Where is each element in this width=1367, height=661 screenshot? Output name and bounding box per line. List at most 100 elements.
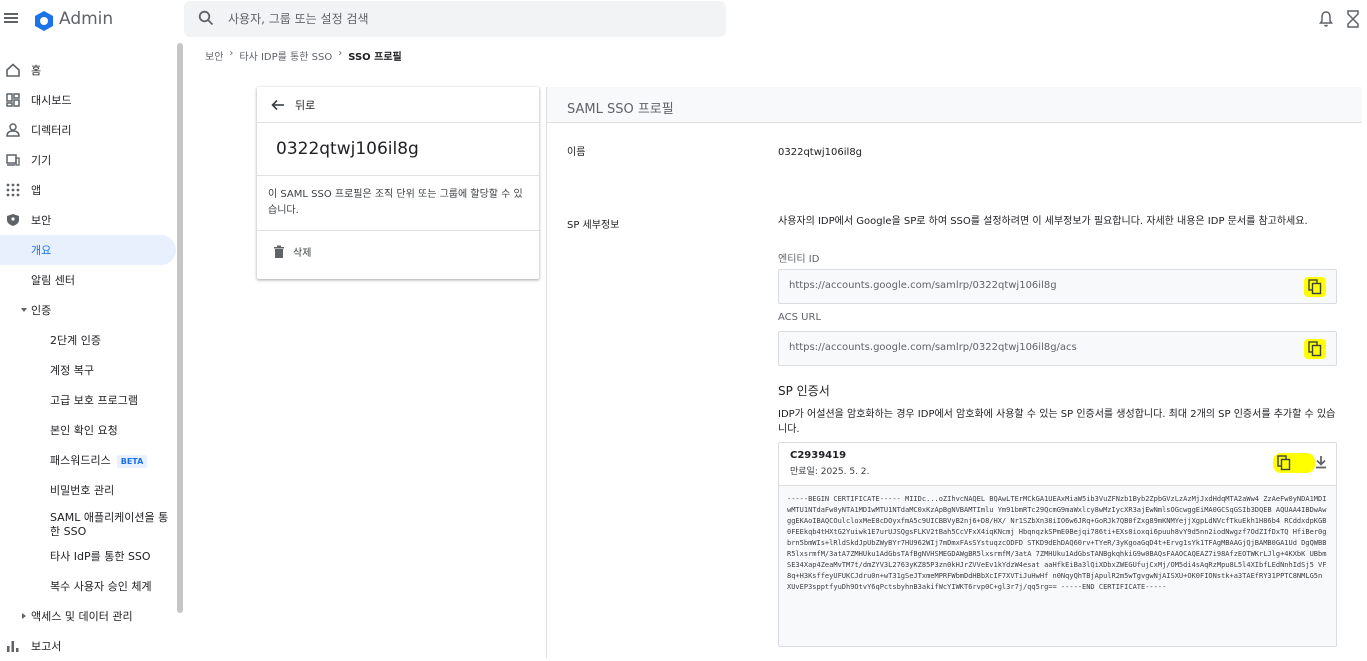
dashboard-icon [6, 93, 20, 107]
trash-icon [274, 245, 284, 258]
sidebar-item-2sv[interactable]: 2단계 인증 [0, 325, 176, 355]
apps-grid-icon [6, 183, 20, 197]
copy-icon [1308, 341, 1322, 357]
delete-button[interactable]: 삭제 [273, 244, 311, 259]
sidebar-item-label: 패스워드리스 BETA [50, 452, 148, 468]
person-icon [6, 123, 20, 137]
profile-description: 이 SAML SSO 프로필은 조직 단위 또는 그룹에 할당할 수 있습니다. [268, 189, 523, 216]
breadcrumb-current: SSO 프로필 [348, 52, 402, 63]
sidebar-item-label: 고급 보호 프로그램 [50, 394, 138, 407]
copy-icon [1277, 455, 1291, 471]
sidebar-item-alert-center[interactable]: 알림 센터 [0, 265, 176, 295]
sidebar-item-security[interactable]: 보안 [0, 205, 176, 235]
certificate-text: -----BEGIN CERTIFICATE----- MIIDc...oZIh… [787, 495, 1327, 591]
sidebar-item-passwordless[interactable]: 패스워드리스 BETA [0, 445, 176, 475]
sidebar-item-label: 홈 [31, 64, 42, 77]
divider [257, 122, 539, 123]
beta-badge: BETA [116, 455, 148, 468]
home-icon [6, 63, 20, 77]
saml-profile-panel: SAML SSO 프로필 이름 0322qtwj106il8g SP 세부정보 … [546, 87, 1362, 658]
sidebar-item-label: 타사 IdP를 통한 SSO [50, 550, 151, 563]
download-icon[interactable] [1315, 455, 1327, 469]
sidebar-item-overview[interactable]: 개요 [0, 235, 176, 265]
breadcrumb-security[interactable]: 보안 [205, 48, 223, 63]
sidebar-item-label: 계정 복구 [50, 364, 94, 377]
sidebar-item-label: 복수 사용자 승인 체계 [50, 580, 152, 593]
sidebar-item-label: 본인 확인 요청 [50, 424, 118, 437]
sidebar-item-label: 디렉터리 [31, 124, 72, 137]
sidebar-item-label: 비밀번호 관리 [50, 484, 115, 497]
sidebar-item-dashboard[interactable]: 대시보드 [0, 85, 176, 115]
app-title[interactable]: Admin [59, 9, 113, 29]
devices-icon [6, 154, 20, 166]
search-bar[interactable] [184, 1, 726, 37]
sidebar-item-multi-party-approval[interactable]: 복수 사용자 승인 체계 [0, 571, 176, 601]
sidebar-item-login-challenge[interactable]: 본인 확인 요청 [0, 415, 176, 445]
sidebar-item-label: 보고서 [31, 640, 62, 653]
sidebar-item-label: 알림 센터 [31, 274, 75, 287]
copy-acs-url-button[interactable] [1304, 339, 1326, 359]
tasks-icon[interactable] [1346, 10, 1360, 28]
sidebar-item-directory[interactable]: 디렉터리 [0, 115, 176, 145]
search-input[interactable] [228, 7, 708, 31]
certificate-card: C2939419 만료일: 2025. 5. 2. -----BEGIN CER… [778, 442, 1337, 647]
sidebar-item-label: 앱 [31, 184, 42, 197]
sidebar-item-label: 개요 [31, 244, 52, 257]
sp-details-description: 사용자의 IDP에서 Google을 SP로 하여 SSO를 설정하려면 이 세… [778, 216, 1308, 227]
sidebar-item-home[interactable]: 홈 [0, 55, 176, 85]
sidebar-scrollbar[interactable] [177, 43, 183, 613]
sp-details-label: SP 세부정보 [567, 220, 620, 231]
admin-logo-icon[interactable] [33, 10, 55, 32]
caret-right-icon [22, 613, 26, 619]
profile-id-heading: 0322qtwj106il8g [276, 139, 419, 159]
acs-url-field [778, 331, 1337, 366]
sidebar-item-authentication[interactable]: 인증 [0, 295, 176, 325]
sidebar-item-access-data[interactable]: 액세스 및 데이터 관리 [0, 601, 176, 631]
sidebar-item-label: SAML 애플리케이션을 통한 SSO [50, 511, 169, 538]
divider [257, 175, 539, 176]
sidebar-item-account-recovery[interactable]: 계정 복구 [0, 355, 176, 385]
acs-url-input[interactable] [789, 342, 1299, 353]
profile-card: 뒤로 0322qtwj106il8g 이 SAML SSO 프로필은 조직 단위… [257, 87, 539, 279]
copy-entity-id-button[interactable] [1304, 277, 1326, 297]
sidebar-item-advanced-protection[interactable]: 고급 보호 프로그램 [0, 385, 176, 415]
entity-id-input[interactable] [789, 280, 1299, 291]
breadcrumb-separator: › [229, 48, 234, 59]
sidebar-item-saml-apps[interactable]: SAML 애플리케이션을 통한 SSO [0, 505, 176, 545]
name-value: 0322qtwj106il8g [778, 147, 863, 158]
name-label: 이름 [567, 147, 586, 158]
certificate-expiry: 만료일: 2025. 5. 2. [790, 467, 870, 477]
breadcrumb-third-party-sso[interactable]: 타사 IDP를 통한 SSO [239, 48, 332, 63]
certificate-name: C2939419 [790, 450, 847, 461]
entity-id-field [778, 269, 1337, 304]
caret-down-icon [21, 308, 27, 312]
sidebar-item-label: 대시보드 [31, 94, 72, 107]
sidebar-item-apps[interactable]: 앱 [0, 175, 176, 205]
entity-id-label: 엔티티 ID [778, 254, 820, 265]
sidebar-item-label: 보안 [31, 214, 52, 227]
sp-cert-title: SP 인증서 [778, 384, 830, 398]
search-icon [198, 10, 214, 26]
breadcrumb-separator: › [338, 48, 343, 59]
sidebar-item-third-party-idp[interactable]: 타사 IdP를 통한 SSO [0, 541, 176, 571]
shield-icon [7, 214, 19, 226]
acs-url-label: ACS URL [778, 312, 822, 323]
sidebar-item-devices[interactable]: 기기 [0, 145, 176, 175]
back-button[interactable]: 뒤로 [271, 96, 315, 114]
copy-icon [1308, 279, 1322, 295]
sidebar-item-label: 기기 [31, 154, 52, 167]
sidebar-item-reports[interactable]: 보고서 [0, 631, 176, 661]
bar-chart-icon [7, 641, 19, 652]
menu-icon[interactable] [4, 11, 20, 27]
sidebar-item-label: 인증 [31, 304, 52, 317]
copy-certificate-button[interactable] [1273, 453, 1315, 473]
notifications-icon[interactable] [1318, 10, 1334, 28]
sidebar-item-password-management[interactable]: 비밀번호 관리 [0, 475, 176, 505]
panel-title: SAML SSO 프로필 [567, 102, 674, 117]
arrow-back-icon [271, 99, 284, 111]
breadcrumb: 보안 › 타사 IDP를 통한 SSO › SSO 프로필 [205, 48, 402, 63]
top-bar: Admin [0, 0, 1367, 40]
divider [257, 230, 539, 231]
sidebar-item-label: 액세스 및 데이터 관리 [31, 610, 133, 623]
certificate-header: C2939419 만료일: 2025. 5. 2. [779, 443, 1336, 483]
